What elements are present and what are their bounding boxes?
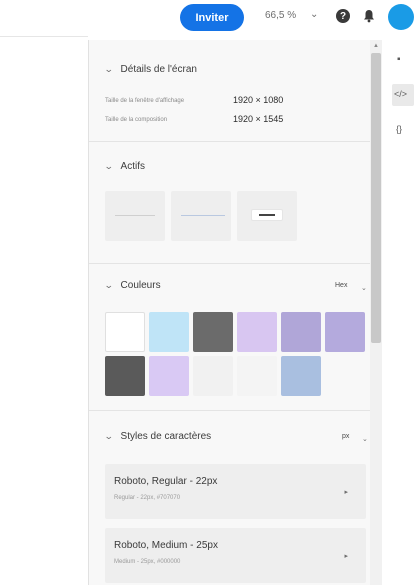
color-swatch[interactable] [281,356,321,396]
asset-line [259,214,275,216]
section-header-assets[interactable]: ⌄ Actifs [103,161,145,172]
asset-line [181,215,225,216]
comment-icon[interactable]: ▪ [397,54,401,65]
scrollbar-thumb[interactable] [371,53,381,343]
section-title: Actifs [120,161,145,172]
color-swatch[interactable] [325,312,365,352]
asset-thumbnail[interactable] [171,191,231,241]
color-swatch[interactable] [193,312,233,352]
divider [89,263,371,264]
help-icon[interactable]: ? [336,9,350,23]
invite-button[interactable]: Inviter [180,4,244,31]
caret-right-icon: ▸ [344,553,348,560]
composition-size-label: Taille de la composition [105,117,168,123]
code-icon[interactable]: </> [394,89,407,99]
section-title: Styles de caractères [120,431,212,442]
composition-size-value: 1920 × 1545 [233,114,284,124]
chevron-down-icon: ⌄ [103,280,114,290]
avatar[interactable] [388,4,414,30]
chevron-down-icon[interactable]: ⌄ [362,435,368,443]
character-style-details: Medium - 25px, #000000 [114,559,181,565]
section-title: Détails de l'écran [120,64,197,75]
asset-thumbnail[interactable] [237,191,297,241]
color-swatch[interactable] [193,356,233,396]
character-style-title: Roboto, Regular - 22px [114,476,218,487]
character-style-card[interactable]: Roboto, Medium - 25px Medium - 25px, #00… [105,528,366,583]
asset-thumbnail[interactable] [105,191,165,241]
chevron-down-icon: ⌄ [103,161,114,171]
design-canvas[interactable] [0,36,88,585]
color-swatch[interactable] [105,356,145,396]
section-header-character-styles[interactable]: ⌄ Styles de caractères [103,431,212,442]
divider [89,141,371,142]
zoom-level[interactable]: 66,5 % [265,10,296,21]
character-style-card[interactable]: Roboto, Regular - 22px Regular - 22px, #… [105,464,366,519]
divider [89,410,371,411]
color-swatch[interactable] [149,312,189,352]
chevron-down-icon[interactable]: ⌄ [361,284,367,292]
section-title: Couleurs [120,280,161,291]
braces-icon[interactable]: {} [396,124,402,134]
top-bar: Inviter 66,5 % ⌄ ? [0,0,414,36]
asset-line [115,215,155,216]
character-style-title: Roboto, Medium - 25px [114,540,218,551]
inspect-panel: ⌄ Détails de l'écran Taille de la fenêtr… [88,40,371,585]
section-header-screen-details[interactable]: ⌄ Détails de l'écran [103,64,197,75]
viewport-size-label: Taille de la fenêtre d'affichage [105,98,185,104]
scroll-up-arrow-icon[interactable]: ▲ [373,43,379,49]
chevron-down-icon[interactable]: ⌄ [310,9,318,20]
chevron-down-icon: ⌄ [103,431,114,441]
color-swatch[interactable] [149,356,189,396]
viewport-size-value: 1920 × 1080 [233,95,284,105]
color-swatch[interactable] [237,356,277,396]
canvas-divider [0,36,88,37]
caret-right-icon: ▸ [344,489,348,496]
section-header-colors[interactable]: ⌄ Couleurs [103,280,161,291]
color-swatch[interactable] [105,312,145,352]
color-swatch[interactable] [237,312,277,352]
bell-icon[interactable] [362,9,376,23]
color-format-dropdown[interactable]: Hex [335,282,347,289]
unit-dropdown[interactable]: px [342,433,349,440]
color-swatch[interactable] [281,312,321,352]
chevron-down-icon: ⌄ [103,64,114,74]
character-style-details: Regular - 22px, #707070 [114,495,181,501]
right-rail [384,40,414,585]
